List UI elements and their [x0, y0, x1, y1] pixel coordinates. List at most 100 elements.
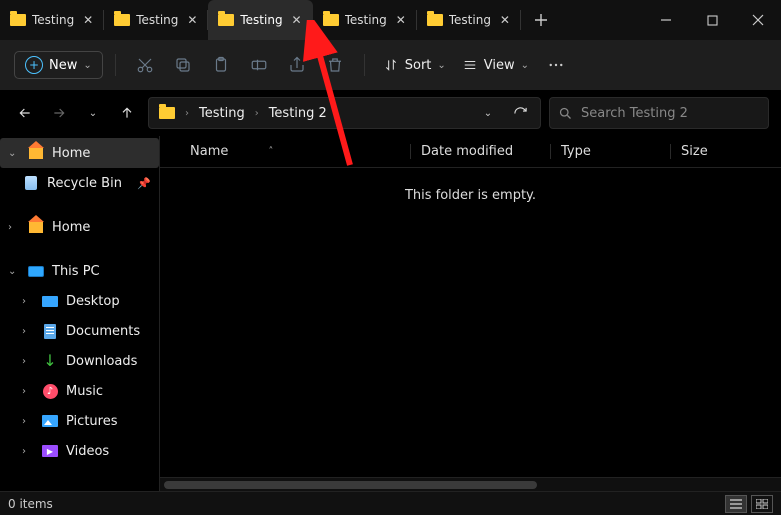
- search-box[interactable]: Search Testing 2: [549, 97, 769, 129]
- tab-4[interactable]: Testing ✕: [417, 0, 521, 40]
- column-date-modified[interactable]: Date modified: [410, 144, 550, 159]
- sort-icon: [383, 58, 399, 72]
- horizontal-scrollbar[interactable]: [160, 477, 781, 491]
- status-bar: 0 items: [0, 491, 781, 515]
- tab-label: Testing: [136, 13, 178, 27]
- sidebar-item-label: Home: [52, 146, 90, 161]
- more-button[interactable]: [539, 48, 573, 82]
- column-size[interactable]: Size: [670, 144, 781, 159]
- rename-button[interactable]: [242, 48, 276, 82]
- maximize-button[interactable]: [689, 0, 735, 40]
- sidebar-item-this-pc[interactable]: ⌄ This PC: [0, 256, 159, 286]
- close-icon[interactable]: ✕: [393, 13, 409, 27]
- separator: [115, 54, 116, 76]
- column-label: Type: [561, 144, 591, 159]
- tab-label: Testing: [240, 13, 282, 27]
- address-row: ⌄ › Testing › Testing 2 ⌄ Search Testing…: [0, 90, 781, 136]
- sidebar-item-pictures[interactable]: › Pictures: [0, 406, 159, 436]
- column-name[interactable]: Name ˄: [180, 144, 410, 159]
- sidebar-item-recycle-bin[interactable]: Recycle Bin 📌: [0, 168, 159, 198]
- close-icon[interactable]: ✕: [289, 13, 305, 27]
- chevron-down-icon: ⌄: [8, 266, 20, 277]
- recycle-bin-icon: [22, 176, 40, 190]
- minimize-button[interactable]: [643, 0, 689, 40]
- breadcrumb-segment[interactable]: Testing 2: [265, 104, 331, 123]
- downloads-icon: ↓: [41, 353, 59, 369]
- command-bar: + New ⌄ Sort ⌄ View ⌄: [0, 40, 781, 90]
- address-history-button[interactable]: ⌄: [474, 108, 502, 119]
- sidebar-item-videos[interactable]: › ▶ Videos: [0, 436, 159, 466]
- tab-label: Testing: [32, 13, 74, 27]
- paste-button[interactable]: [204, 48, 238, 82]
- delete-button[interactable]: [318, 48, 352, 82]
- close-icon[interactable]: ✕: [80, 13, 96, 27]
- tab-label: Testing: [345, 13, 387, 27]
- close-icon[interactable]: ✕: [184, 13, 200, 27]
- address-bar[interactable]: › Testing › Testing 2 ⌄: [148, 97, 541, 129]
- view-icon: [462, 58, 478, 72]
- tab-1[interactable]: Testing ✕: [104, 0, 208, 40]
- plus-icon: [534, 13, 548, 27]
- cut-button[interactable]: [128, 48, 162, 82]
- arrow-up-icon: [119, 105, 135, 121]
- videos-icon: ▶: [41, 445, 59, 457]
- sidebar-item-music[interactable]: › ♪ Music: [0, 376, 159, 406]
- sidebar-item-label: Videos: [66, 444, 109, 459]
- refresh-button[interactable]: [506, 106, 534, 121]
- column-label: Size: [681, 144, 708, 159]
- forward-button[interactable]: [46, 100, 72, 126]
- tab-3[interactable]: Testing ✕: [313, 0, 417, 40]
- close-icon[interactable]: ✕: [497, 13, 513, 27]
- share-icon: [288, 56, 306, 74]
- chevron-down-icon: ⌄: [484, 108, 492, 119]
- folder-icon: [427, 14, 443, 26]
- chevron-right-icon: ›: [253, 108, 261, 119]
- arrow-left-icon: [17, 105, 33, 121]
- music-icon: ♪: [41, 384, 59, 399]
- documents-icon: [41, 324, 59, 339]
- sidebar-item-label: Downloads: [66, 354, 137, 369]
- copy-button[interactable]: [166, 48, 200, 82]
- chevron-down-icon: ⌄: [89, 108, 97, 119]
- breadcrumb-segment[interactable]: Testing: [195, 104, 249, 123]
- folder-icon: [218, 14, 234, 26]
- folder-icon: [10, 14, 26, 26]
- sort-label: Sort: [405, 58, 432, 73]
- separator: [364, 54, 365, 76]
- sidebar-item-label: This PC: [52, 264, 100, 279]
- back-button[interactable]: [12, 100, 38, 126]
- sidebar-item-home-2[interactable]: › Home: [0, 212, 159, 242]
- chevron-right-icon: ›: [22, 416, 34, 427]
- body: ⌄ Home Recycle Bin 📌 › Home ⌄ This PC › …: [0, 136, 781, 491]
- sidebar-item-downloads[interactable]: › ↓ Downloads: [0, 346, 159, 376]
- view-label: View: [484, 58, 515, 73]
- content-pane: Name ˄ Date modified Type Size This fold…: [160, 136, 781, 491]
- tab-0[interactable]: Testing ✕: [0, 0, 104, 40]
- minimize-icon: [660, 14, 672, 26]
- sort-button[interactable]: Sort ⌄: [377, 58, 452, 73]
- new-tab-button[interactable]: [521, 0, 561, 40]
- sidebar-item-home[interactable]: ⌄ Home: [0, 138, 159, 168]
- recent-locations-button[interactable]: ⌄: [80, 100, 106, 126]
- new-button[interactable]: + New ⌄: [14, 51, 103, 79]
- chevron-right-icon: ›: [22, 326, 34, 337]
- close-window-button[interactable]: [735, 0, 781, 40]
- tab-2-active[interactable]: Testing ✕: [208, 0, 312, 40]
- navigation-pane[interactable]: ⌄ Home Recycle Bin 📌 › Home ⌄ This PC › …: [0, 136, 160, 491]
- share-button[interactable]: [280, 48, 314, 82]
- grid-icon: [756, 499, 768, 509]
- view-toggle-group: [725, 495, 773, 513]
- thumbnails-view-toggle[interactable]: [751, 495, 773, 513]
- sidebar-item-desktop[interactable]: › Desktop: [0, 286, 159, 316]
- sidebar-item-documents[interactable]: › Documents: [0, 316, 159, 346]
- details-view-toggle[interactable]: [725, 495, 747, 513]
- chevron-right-icon: ›: [8, 222, 20, 233]
- column-type[interactable]: Type: [550, 144, 670, 159]
- spacer: [0, 198, 159, 212]
- item-count: 0 items: [8, 497, 53, 511]
- up-button[interactable]: [114, 100, 140, 126]
- paste-icon: [212, 56, 230, 74]
- window-controls: [643, 0, 781, 40]
- sidebar-item-label: Desktop: [66, 294, 120, 309]
- view-button[interactable]: View ⌄: [456, 58, 535, 73]
